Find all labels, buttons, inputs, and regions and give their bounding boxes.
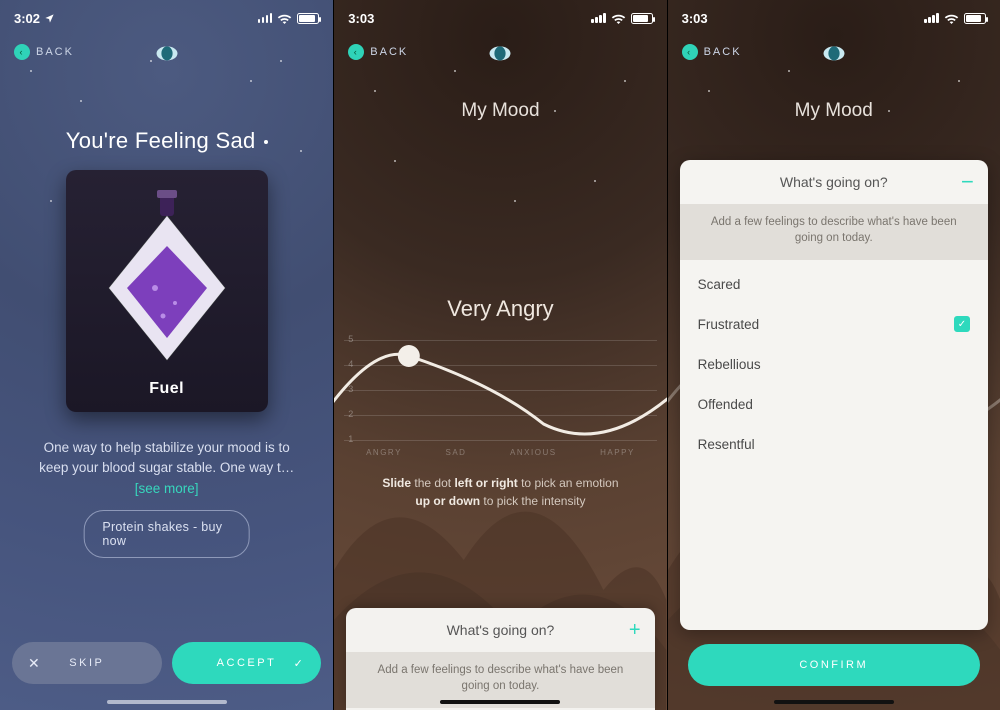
location-icon (44, 13, 55, 24)
wifi-icon (611, 13, 626, 24)
expand-icon[interactable]: + (629, 619, 641, 642)
slider-hint: Slide the dot left or right to pick an e… (364, 474, 636, 510)
see-more-link[interactable]: [see more] (18, 479, 315, 499)
back-chevron-icon: ‹ (14, 44, 30, 60)
current-emotion: Very Angry (334, 296, 666, 322)
slider-knob[interactable] (398, 345, 420, 367)
suggestion-description: One way to help stabilize your mood is t… (18, 438, 315, 499)
action-row: ✕ SKIP ACCEPT ✓ (12, 642, 321, 684)
home-indicator[interactable] (107, 700, 227, 704)
battery-icon (964, 13, 986, 24)
back-button[interactable]: ‹ BACK (682, 44, 742, 60)
back-chevron-icon: ‹ (682, 44, 698, 60)
app-logo-icon (820, 38, 848, 66)
app-logo-icon (153, 38, 181, 66)
clock: 3:03 (682, 11, 708, 26)
signal-icon (591, 13, 606, 23)
clock: 3:03 (348, 11, 374, 26)
promo-pill[interactable]: Protein shakes - buy now (83, 510, 250, 558)
screen-feelings-picker: 3:03 ‹ BACK My Mood Very Angry Slide the… (667, 0, 1000, 710)
screen-feeling-sad: 3:02 ‹ BACK You're Feeling Sad Fuel (0, 0, 333, 710)
feeling-option[interactable]: Offended (680, 384, 988, 424)
back-label: BACK (704, 46, 742, 58)
screen-mood-slider: 3:03 ‹ BACK My Mood Very Angry 5 4 3 2 1… (333, 0, 666, 710)
panel-header[interactable]: What's going on? − (680, 160, 988, 204)
panel-header[interactable]: What's going on? + (346, 608, 654, 652)
panel-subtitle: Add a few feelings to describe what's ha… (680, 204, 988, 260)
back-label: BACK (370, 46, 408, 58)
back-chevron-icon: ‹ (348, 44, 364, 60)
back-button[interactable]: ‹ BACK (348, 44, 408, 60)
home-indicator[interactable] (440, 700, 560, 704)
feeling-option[interactable]: Resentful (680, 424, 988, 464)
skip-button[interactable]: ✕ SKIP (12, 642, 162, 684)
signal-icon (258, 13, 273, 23)
battery-icon (297, 13, 319, 24)
status-bar: 3:02 (0, 6, 333, 30)
accept-button[interactable]: ACCEPT ✓ (172, 642, 322, 684)
wifi-icon (277, 13, 292, 24)
signal-icon (924, 13, 939, 23)
status-bar: 3:03 (334, 6, 666, 30)
collapse-icon[interactable]: − (961, 169, 974, 195)
card-label: Fuel (149, 380, 184, 398)
home-indicator[interactable] (774, 700, 894, 704)
close-icon: ✕ (28, 655, 42, 672)
battery-icon (631, 13, 653, 24)
feeling-option[interactable]: Rebellious (680, 344, 988, 384)
page-title: My Mood (668, 100, 1000, 122)
mood-curve[interactable] (334, 334, 666, 464)
page-title: You're Feeling Sad (0, 128, 333, 154)
back-button[interactable]: ‹ BACK (14, 44, 74, 60)
page-title: My Mood (334, 100, 666, 122)
potion-flask-icon (97, 188, 237, 368)
feelings-panel-collapsed[interactable]: What's going on? + Add a few feelings to… (346, 608, 654, 710)
back-label: BACK (36, 46, 74, 58)
status-bar: 3:03 (668, 6, 1000, 30)
feeling-option[interactable]: Scared (680, 264, 988, 304)
feeling-option[interactable]: Frustrated✓ (680, 304, 988, 344)
wifi-icon (944, 13, 959, 24)
feelings-panel-expanded: What's going on? − Add a few feelings to… (680, 160, 988, 630)
feelings-list: Scared Frustrated✓ Rebellious Offended R… (680, 260, 988, 630)
clock: 3:02 (14, 11, 40, 26)
app-logo-icon (486, 38, 514, 66)
check-icon: ✓ (294, 657, 306, 670)
confirm-button[interactable]: CONFIRM (688, 644, 980, 686)
checkbox-checked-icon: ✓ (954, 316, 970, 332)
suggestion-card[interactable]: Fuel (66, 170, 268, 412)
